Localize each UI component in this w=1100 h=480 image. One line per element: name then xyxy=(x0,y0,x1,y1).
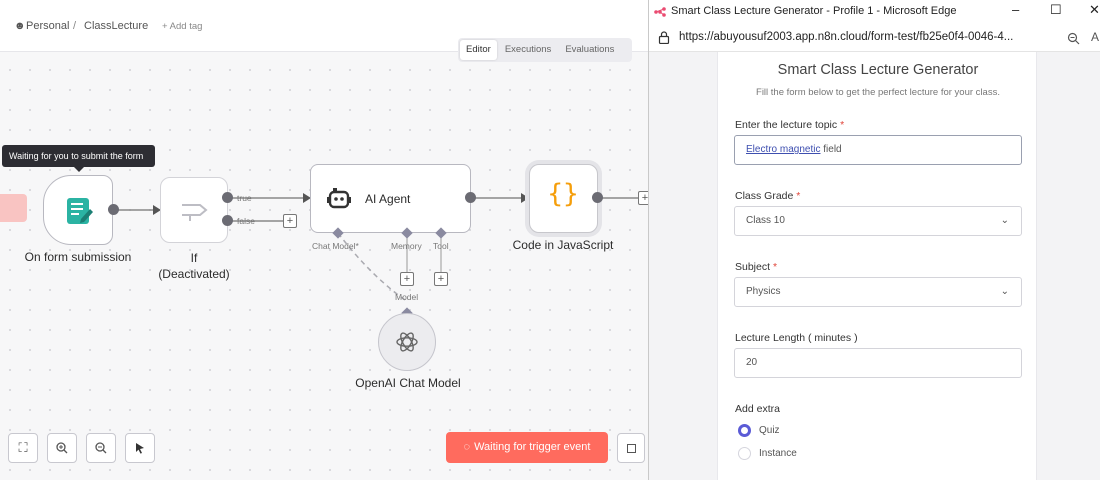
length-input-value: 20 xyxy=(746,357,758,368)
workflow-canvas[interactable]: ☻ Personal / ClassLecture + Add tag Edit… xyxy=(0,0,648,480)
fit-view-button[interactable]: ⛶ xyxy=(8,433,38,463)
zoom-out-button[interactable] xyxy=(86,433,116,463)
breadcrumb-workflow[interactable]: ClassLecture xyxy=(84,20,148,32)
if-label-line2: (Deactivated) xyxy=(158,267,230,281)
ai-agent-node[interactable]: AI Agent xyxy=(310,164,471,233)
topic-label: Enter the lecture topic * xyxy=(735,119,845,131)
stop-button[interactable] xyxy=(617,433,645,463)
lock-icon xyxy=(658,31,670,44)
openai-logo-icon xyxy=(396,332,418,352)
edge-window-title: Smart Class Lecture Generator - Profile … xyxy=(671,5,957,17)
subject-label: Subject * xyxy=(735,261,778,273)
view-tabs: Editor Executions Evaluations xyxy=(458,38,632,62)
breadcrumb-separator: / xyxy=(73,20,77,32)
cursor-tool-button[interactable] xyxy=(125,433,155,463)
quiz-radio-label[interactable]: Quiz xyxy=(759,425,780,436)
if-label-line1: If xyxy=(190,251,198,265)
code-label: Code in JavaScript xyxy=(512,238,614,252)
form-card: Smart Class Lecture Generator Fill the f… xyxy=(717,52,1037,480)
subject-select-value: Physics xyxy=(746,286,781,297)
add-node-plus-icon[interactable]: + xyxy=(283,214,297,228)
form-trigger-node[interactable] xyxy=(43,175,113,245)
user-icon: ☻ xyxy=(14,20,26,32)
form-subtitle: Fill the form below to get the perfect l… xyxy=(756,87,1000,98)
zoom-out-icon xyxy=(95,442,107,454)
chat-model-port-label: Chat Model* xyxy=(312,241,359,251)
topic-input-value-underlined: Electro magnetic xyxy=(746,144,821,155)
ai-agent-label: AI Agent xyxy=(365,192,411,206)
edge-browser-window: Smart Class Lecture Generator - Profile … xyxy=(648,0,1100,480)
subject-select[interactable]: Physics ⌄ xyxy=(734,277,1022,307)
close-button[interactable]: ✕ xyxy=(1089,2,1100,18)
waiting-tooltip: Waiting for you to submit the form xyxy=(2,145,155,172)
grade-select-value: Class 10 xyxy=(746,215,785,226)
robot-icon xyxy=(327,188,351,209)
form-trigger-output-port[interactable] xyxy=(108,204,119,215)
if-true-port[interactable] xyxy=(222,192,233,203)
grade-select[interactable]: Class 10 ⌄ xyxy=(734,206,1022,236)
add-tool-plus-icon[interactable]: + xyxy=(434,272,448,286)
if-true-label: true xyxy=(237,193,252,203)
stop-square-icon xyxy=(626,444,636,453)
form-page: Smart Class Lecture Generator Fill the f… xyxy=(649,52,1100,480)
tab-editor[interactable]: Editor xyxy=(460,40,497,60)
breadcrumb-project[interactable]: Personal xyxy=(26,20,69,32)
spinner-icon: ◌ xyxy=(463,441,471,453)
code-braces-icon: {} xyxy=(547,179,579,209)
grade-label: Class Grade * xyxy=(735,190,801,202)
add-memory-plus-icon[interactable]: + xyxy=(400,272,414,286)
if-node[interactable] xyxy=(160,177,228,243)
code-node[interactable]: {} xyxy=(529,164,598,233)
waiting-trigger-button[interactable]: ◌ Waiting for trigger event xyxy=(446,432,608,463)
left-edge-node-stub xyxy=(0,194,27,222)
form-icon xyxy=(67,198,93,224)
form-title: Smart Class Lecture Generator xyxy=(777,62,979,78)
tab-evaluations[interactable]: Evaluations xyxy=(559,40,620,60)
add-after-code-plus-icon[interactable]: + xyxy=(638,191,648,205)
quiz-radio[interactable] xyxy=(738,424,751,437)
length-input[interactable]: 20 xyxy=(734,348,1022,378)
model-port-label: Model xyxy=(395,292,419,302)
add-tag-link[interactable]: + Add tag xyxy=(162,21,202,32)
address-bar[interactable]: https://abuyousuf2003.app.n8n.cloud/form… xyxy=(649,24,1100,52)
openai-label: OpenAI Chat Model xyxy=(355,376,461,390)
minimize-button[interactable]: – xyxy=(1012,2,1019,17)
instance-radio[interactable] xyxy=(738,447,751,460)
if-false-label: false xyxy=(237,216,255,226)
if-branch-icon xyxy=(182,204,208,221)
read-aloud-icon[interactable]: A xyxy=(1091,30,1099,44)
zoom-magnifier-icon[interactable] xyxy=(1067,32,1080,45)
zoom-in-button[interactable] xyxy=(47,433,77,463)
memory-port-label: Memory xyxy=(391,241,422,251)
length-label: Lecture Length ( minutes ) xyxy=(735,332,858,344)
url-text[interactable]: https://abuyousuf2003.app.n8n.cloud/form… xyxy=(679,31,1013,43)
chevron-down-icon: ⌄ xyxy=(1000,215,1009,226)
code-output-port[interactable] xyxy=(592,192,603,203)
edge-titlebar: Smart Class Lecture Generator - Profile … xyxy=(649,0,1100,24)
extra-label: Add extra xyxy=(735,403,780,415)
topic-input[interactable]: Electro magnetic field xyxy=(734,135,1022,165)
n8n-favicon-icon xyxy=(654,7,666,17)
instance-radio-label[interactable]: Instance xyxy=(759,448,797,459)
tab-executions[interactable]: Executions xyxy=(499,40,557,60)
ai-agent-output-port[interactable] xyxy=(465,192,476,203)
pointer-icon xyxy=(136,443,144,454)
topic-input-value-rest: field xyxy=(820,144,842,155)
maximize-button[interactable]: ☐ xyxy=(1050,2,1062,18)
chevron-down-icon: ⌄ xyxy=(1000,286,1009,297)
openai-chat-model-node[interactable] xyxy=(378,313,436,371)
if-false-port[interactable] xyxy=(222,215,233,226)
zoom-in-icon xyxy=(56,442,68,454)
waiting-trigger-label: Waiting for trigger event xyxy=(474,441,591,453)
tool-port-label: Tool xyxy=(433,241,449,251)
form-trigger-label: On form submission xyxy=(24,250,132,264)
